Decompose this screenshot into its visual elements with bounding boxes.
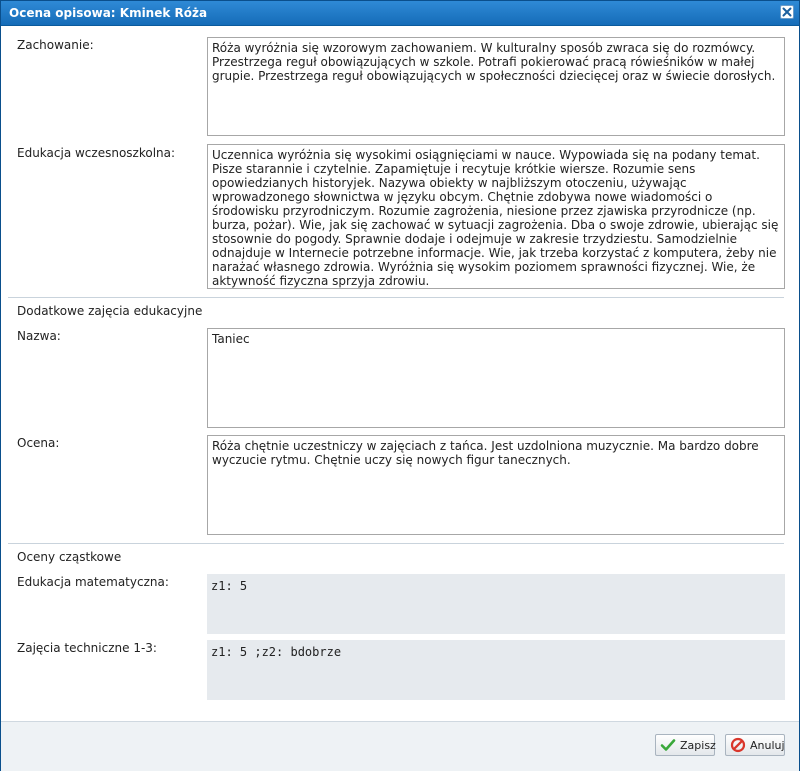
cancel-button-label: Anuluj xyxy=(750,738,785,752)
cancel-button[interactable]: Anuluj xyxy=(725,734,785,756)
save-button-label: Zapisz xyxy=(680,738,716,752)
nazwa-label: Nazwa: xyxy=(17,329,61,343)
section-divider xyxy=(8,297,784,298)
czastkowe-section-title: Oceny cząstkowe xyxy=(17,550,122,564)
edukacja-textarea[interactable]: Uczennica wyróżnia się wysokimi osiągnię… xyxy=(207,144,785,289)
matematyczna-value: z1: 5 xyxy=(207,574,785,634)
dodatkowe-section-title: Dodatkowe zajęcia edukacyjne xyxy=(17,304,203,318)
techniczne-value: z1: 5 ;z2: bdobrze xyxy=(207,640,785,700)
dialog-footer: Zapisz Anuluj xyxy=(1,721,799,771)
close-icon xyxy=(782,7,792,17)
checkmark-icon xyxy=(660,737,676,753)
save-button[interactable]: Zapisz xyxy=(655,734,716,756)
titlebar: Ocena opisowa: Kminek Róża xyxy=(1,1,799,26)
techniczne-label: Zajęcia techniczne 1-3: xyxy=(17,641,157,655)
matematyczna-label: Edukacja matematyczna: xyxy=(17,575,169,589)
dialog-title: Ocena opisowa: Kminek Róża xyxy=(9,6,208,20)
zachowanie-label: Zachowanie: xyxy=(17,38,94,52)
zachowanie-textarea[interactable]: Róża wyróżnia się wzorowym zachowaniem. … xyxy=(207,37,785,136)
ocena-textarea[interactable]: Róża chętnie uczestniczy w zajęciach z t… xyxy=(207,435,785,535)
edukacja-label: Edukacja wczesnoszkolna: xyxy=(17,146,176,160)
close-button[interactable] xyxy=(780,5,794,19)
section-divider xyxy=(8,543,784,544)
dialog-window: Ocena opisowa: Kminek Róża Zachowanie: R… xyxy=(0,0,800,771)
nazwa-textarea[interactable]: Taniec xyxy=(207,328,785,428)
ocena-label: Ocena: xyxy=(17,436,60,450)
cancel-icon xyxy=(730,737,746,753)
